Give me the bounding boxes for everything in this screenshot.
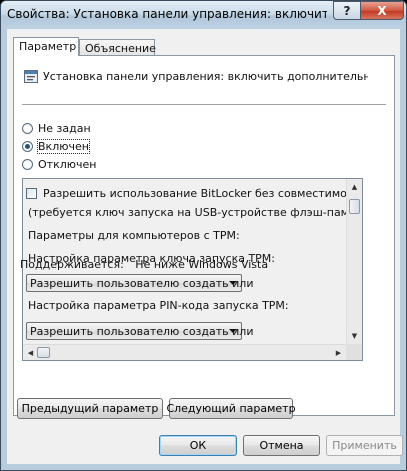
supported-value: Не ниже Windows Vista [135, 258, 269, 271]
ok-button[interactable]: ОК [159, 435, 237, 456]
policy-name: Установка панели управления: включить до… [43, 70, 368, 83]
scroll-right-icon[interactable]: ▶ [331, 345, 346, 360]
close-button[interactable]: X [360, 1, 404, 20]
help-button[interactable]: ? [333, 1, 361, 20]
radio-not-configured[interactable]: Не задан [22, 120, 91, 136]
horizontal-scrollbar[interactable]: ◀ ▶ [23, 344, 346, 360]
allow-bitlocker-label: Разрешить использование BitLocker без со… [43, 187, 346, 200]
radio-disabled[interactable]: Отключен [22, 156, 96, 172]
chevron-down-icon [229, 281, 237, 285]
scroll-left-icon[interactable]: ◀ [23, 345, 38, 360]
tab-parameter[interactable]: Параметр [13, 37, 79, 56]
scrollbar-corner [346, 344, 362, 360]
dialog-client-area: Параметр Объяснение Установка панели упр… [7, 29, 400, 464]
startup-key-value: Разрешить пользователю создать или [30, 276, 254, 290]
next-setting-button[interactable]: Следующий параметр [166, 398, 296, 419]
vertical-scroll-thumb[interactable] [349, 199, 360, 214]
chevron-down-icon [229, 329, 237, 333]
tab-panel-parameter: Установка панели управления: включить до… [13, 55, 395, 416]
radio-not-configured-label: Не задан [38, 121, 91, 135]
startup-key-dropdown[interactable]: Разрешить пользователю создать или [26, 274, 253, 292]
scroll-down-icon[interactable]: ▼ [347, 328, 362, 344]
radio-enabled-label: Включен [37, 138, 90, 154]
properties-dialog: Свойства: Установка панели управления: в… [0, 0, 407, 471]
pin-dropdown[interactable]: Разрешить пользователю создать или [26, 322, 253, 340]
allow-bitlocker-option[interactable]: Разрешить использование BitLocker без со… [26, 187, 346, 200]
radio-enabled[interactable]: Включен [22, 138, 90, 154]
separator [22, 104, 386, 106]
pin-label: Настройка параметра PIN-кода запуска TPM… [28, 299, 289, 312]
apply-button[interactable]: Применить [326, 435, 403, 456]
horizontal-scroll-thumb[interactable] [37, 347, 50, 358]
supported-label: Поддерживается: [20, 258, 124, 271]
radio-enabled-button[interactable] [22, 140, 33, 152]
previous-setting-button[interactable]: Предыдущий параметр [17, 398, 163, 419]
radio-not-configured-button[interactable] [22, 122, 33, 134]
pin-value: Разрешить пользователю создать или [30, 324, 254, 338]
allow-bitlocker-checkbox[interactable] [26, 188, 37, 199]
cancel-button[interactable]: Отмена [243, 435, 320, 456]
vertical-scrollbar[interactable]: ▲ ▼ [346, 179, 362, 344]
allow-bitlocker-note: (требуется ключ запуска на USB-устройств… [28, 206, 346, 219]
radio-disabled-label: Отключен [38, 157, 97, 171]
tpm-params-heading: Параметры для компьютеров с TPM: [28, 229, 240, 242]
scroll-up-icon[interactable]: ▲ [347, 179, 362, 195]
title-bar[interactable]: Свойства: Установка панели управления: в… [1, 1, 406, 29]
window-title: Свойства: Установка панели управления: в… [7, 7, 327, 21]
tab-explanation[interactable]: Объяснение [79, 39, 156, 56]
supported-on: Поддерживается: Не ниже Windows Vista [20, 258, 268, 271]
radio-disabled-button[interactable] [22, 158, 33, 170]
policy-setting-icon [24, 70, 38, 83]
